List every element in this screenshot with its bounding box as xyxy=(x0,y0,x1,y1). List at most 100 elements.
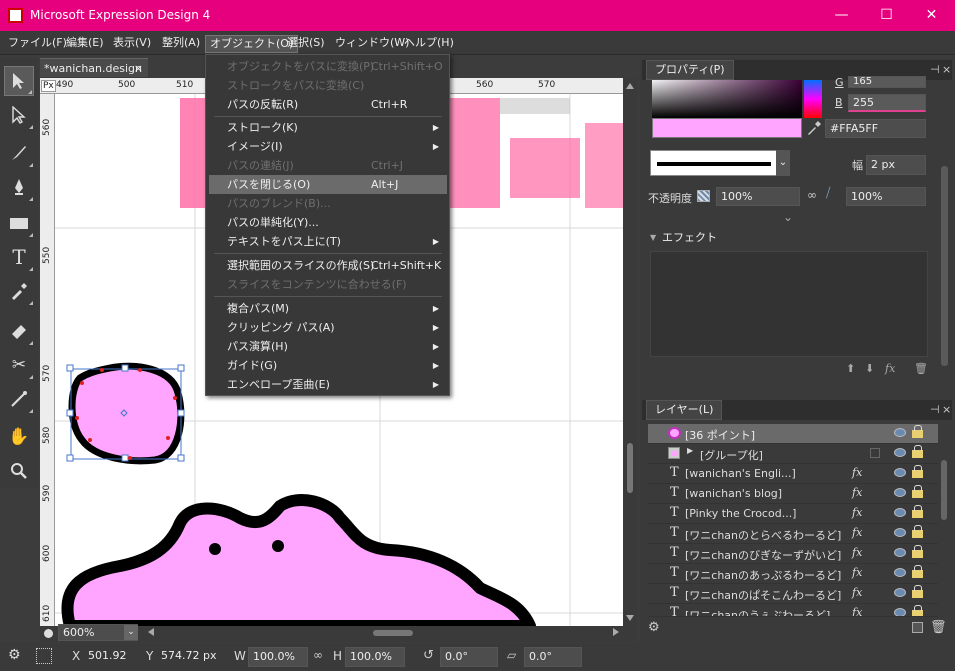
visibility-eye-icon[interactable] xyxy=(894,488,906,497)
visibility-eye-icon[interactable] xyxy=(894,588,906,597)
scroll-right-icon[interactable] xyxy=(613,628,619,636)
layers-options-gear-icon[interactable]: ⚙ xyxy=(648,620,660,635)
skew-field[interactable]: 0.0° xyxy=(524,647,582,667)
close-tab-icon[interactable]: × xyxy=(134,59,143,78)
h-field[interactable]: 100.0% xyxy=(345,647,405,667)
layer-row[interactable]: T [wanichan's blog] fx xyxy=(648,484,938,504)
lock-icon[interactable] xyxy=(912,465,923,478)
menu-edit[interactable]: 編集(E) xyxy=(62,35,108,53)
menu-item-fit-slice[interactable]: スライスをコンテンツに合わせる(F) xyxy=(209,275,447,294)
stroke-opacity-field[interactable]: 100% xyxy=(846,187,926,206)
move-down-icon[interactable]: ⬇ xyxy=(865,362,874,375)
visibility-eye-icon[interactable] xyxy=(894,608,906,616)
horizontal-scrollbar[interactable]: 600% ⌄ xyxy=(40,624,637,642)
link-proportions-icon[interactable]: ∞ xyxy=(313,648,323,662)
lock-icon[interactable] xyxy=(912,445,923,458)
eyedropper-icon[interactable] xyxy=(805,119,823,137)
effects-list[interactable] xyxy=(650,251,928,357)
expand-group-icon[interactable]: ▶ xyxy=(687,446,693,455)
menu-view[interactable]: 表示(V) xyxy=(109,35,155,53)
layer-row[interactable]: T [ワニchanのうぇぶわーるど] fx xyxy=(648,604,938,617)
visibility-eye-icon[interactable] xyxy=(894,528,906,537)
expand-chevron-icon[interactable]: ⌄ xyxy=(783,210,793,224)
selected-shape[interactable] xyxy=(66,362,185,465)
layer-row[interactable]: T [Pinky the Crocod...] fx xyxy=(648,504,938,524)
link-icon[interactable]: ∞ xyxy=(807,188,817,202)
add-effect-icon[interactable]: fx xyxy=(885,362,895,375)
stroke-width-field[interactable]: 2 px xyxy=(866,155,926,175)
menu-item-clipping-path[interactable]: クリッピング パス(A) ▶ xyxy=(209,318,447,337)
menu-arrange[interactable]: 整列(A) xyxy=(158,35,204,53)
delete-effect-icon[interactable]: 🗑 xyxy=(914,362,928,375)
color-picker-field[interactable] xyxy=(652,80,802,118)
lock-icon[interactable] xyxy=(912,545,923,558)
vertical-scrollbar[interactable] xyxy=(623,78,637,626)
scroll-down-icon[interactable] xyxy=(626,615,634,621)
text-tool[interactable]: T xyxy=(4,242,34,272)
stroke-style-select[interactable] xyxy=(650,150,778,176)
lock-icon[interactable] xyxy=(912,525,923,538)
b-value-field[interactable]: 255 xyxy=(848,94,926,112)
visibility-eye-icon[interactable] xyxy=(894,568,906,577)
new-layer-icon[interactable] xyxy=(912,622,923,633)
menu-item-envelope-distort[interactable]: エンベロープ歪曲(E) ▶ xyxy=(209,375,447,394)
w-field[interactable]: 100.0% xyxy=(248,647,308,667)
selection-tool[interactable] xyxy=(4,66,34,96)
pan-tool[interactable]: ✋ xyxy=(4,422,34,452)
menu-help[interactable]: ヘルプ(H) xyxy=(400,35,458,53)
effects-panel-header[interactable]: ▼ エフェクト xyxy=(642,228,942,248)
menu-item-guides[interactable]: ガイド(G) ▶ xyxy=(209,356,447,375)
lock-icon[interactable] xyxy=(912,605,923,616)
menu-item-create-slice[interactable]: 選択範囲のスライスの作成(S) Ctrl+Shift+K xyxy=(209,256,447,275)
g-value-field[interactable]: 165 xyxy=(848,76,926,88)
document-tab[interactable]: *wanichan.design × xyxy=(40,58,148,77)
eraser-tool[interactable] xyxy=(4,316,34,346)
select-target-box[interactable] xyxy=(870,448,880,458)
menu-item-image[interactable]: イメージ(I) ▶ xyxy=(209,137,447,156)
menu-item-text-on-path[interactable]: テキストをパス上に(T) ▶ xyxy=(209,232,447,251)
pin-icon[interactable]: ⊣ xyxy=(930,400,940,420)
lock-icon[interactable] xyxy=(912,485,923,498)
zoom-tool[interactable] xyxy=(4,456,34,486)
menu-item-stroke[interactable]: ストローク(K) ▶ xyxy=(209,118,447,137)
menu-item-reverse-path[interactable]: パスの反転(R) Ctrl+R xyxy=(209,95,447,114)
panel-close-icon[interactable]: × xyxy=(942,60,951,80)
pin-icon[interactable]: ⊣ xyxy=(930,60,940,80)
scroll-left-icon[interactable] xyxy=(148,628,154,636)
lock-icon[interactable] xyxy=(912,425,923,438)
menu-item-close-path[interactable]: パスを閉じる(O) Alt+J xyxy=(209,175,447,194)
scroll-up-icon[interactable] xyxy=(626,83,634,89)
layer-row[interactable]: T [ワニchanのとらべるわーるど] fx xyxy=(648,524,938,544)
maximize-button[interactable]: ☐ xyxy=(864,0,909,31)
visibility-eye-icon[interactable] xyxy=(894,508,906,517)
menu-item-compound-path[interactable]: 複合パス(M) ▶ xyxy=(209,299,447,318)
x-field[interactable]: 501.92 px xyxy=(84,647,142,671)
panel-close-icon[interactable]: × xyxy=(942,400,951,420)
menu-item-join-path[interactable]: パスの連結(J) Ctrl+J xyxy=(209,156,447,175)
layers-scroll-thumb[interactable] xyxy=(941,460,947,520)
horizontal-scroll-thumb[interactable] xyxy=(373,630,413,636)
delete-layer-icon[interactable]: 🗑 xyxy=(930,620,947,635)
layer-row[interactable]: [36 ポイント] xyxy=(648,424,938,444)
y-field[interactable]: 574.72 px xyxy=(157,647,219,667)
rectangle-tool[interactable] xyxy=(4,208,34,238)
properties-scrollbar[interactable] xyxy=(941,166,948,366)
lock-icon[interactable] xyxy=(912,505,923,518)
menu-select[interactable]: 選択(S) xyxy=(283,35,329,53)
direct-selection-tool[interactable] xyxy=(4,100,34,130)
layer-row[interactable]: ▶ [グループ化] xyxy=(648,444,938,464)
collapse-triangle-icon[interactable]: ▼ xyxy=(650,228,656,248)
menu-file[interactable]: ファイル(F) xyxy=(4,35,71,53)
minimize-button[interactable]: — xyxy=(819,0,864,31)
zoom-dropdown-icon[interactable]: ⌄ xyxy=(124,625,138,640)
rotation-field[interactable]: 0.0° xyxy=(440,647,498,667)
lock-icon[interactable] xyxy=(912,565,923,578)
menu-item-convert-object-to-path[interactable]: オブジェクトをパスに変換(P) Ctrl+Shift+O xyxy=(209,57,447,76)
layer-row[interactable]: T [ワニchanのあっぷるわーるど] fx xyxy=(648,564,938,584)
layer-row[interactable]: T [ワニchanのぱそこんわーるど] fx xyxy=(648,584,938,604)
eyedropper-tool[interactable] xyxy=(4,276,34,306)
properties-tab[interactable]: プロパティ(P) xyxy=(646,60,734,80)
layer-row[interactable]: T [ワニchanのびぎなーずがいど] fx xyxy=(648,544,938,564)
menu-item-convert-stroke-to-path[interactable]: ストロークをパスに変換(C) xyxy=(209,76,447,95)
visibility-eye-icon[interactable] xyxy=(894,448,906,457)
